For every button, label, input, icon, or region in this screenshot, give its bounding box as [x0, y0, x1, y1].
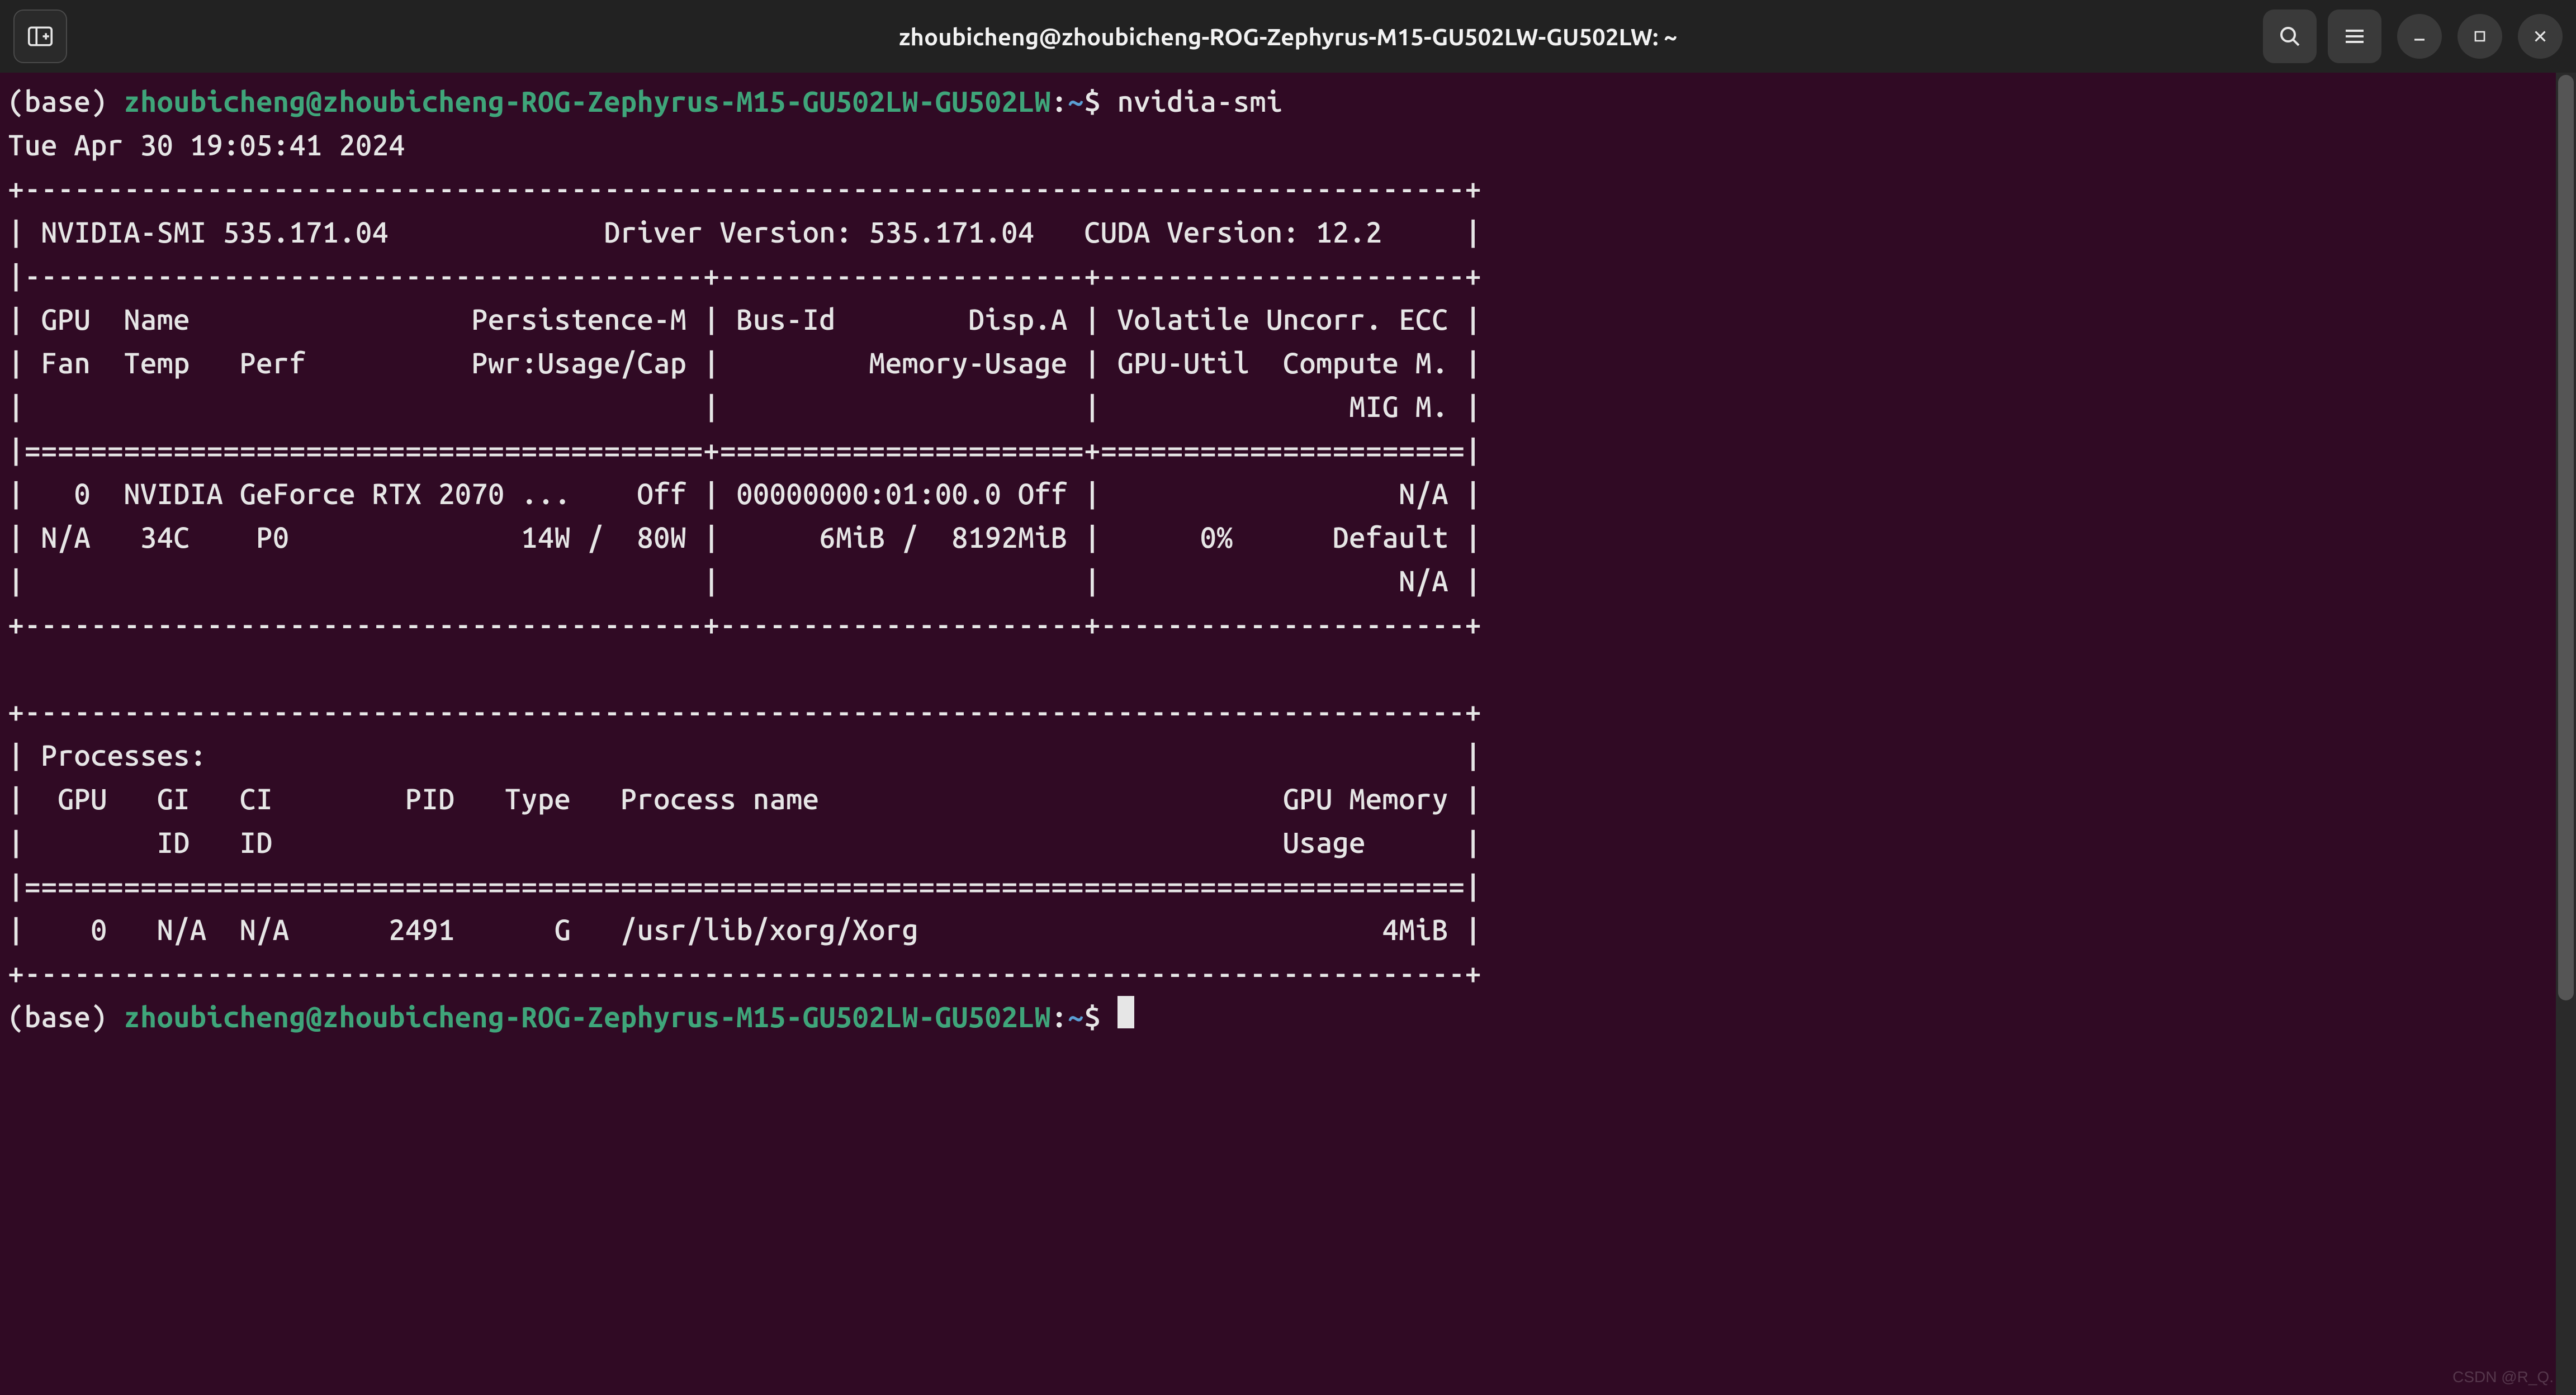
- scrollbar[interactable]: [2556, 73, 2576, 1395]
- output-line: | ID ID Usage |: [8, 826, 1481, 858]
- terminal-window: zhoubicheng@zhoubicheng-ROG-Zephyrus-M15…: [0, 0, 2576, 1395]
- prompt-colon: :: [1051, 85, 1068, 117]
- output-line: | NVIDIA-SMI 535.171.04 Driver Version: …: [8, 216, 1481, 248]
- titlebar-right: [2263, 10, 2563, 63]
- menu-button[interactable]: [2328, 10, 2381, 63]
- maximize-button[interactable]: [2457, 14, 2502, 59]
- output-line: | Processes: |: [8, 739, 1481, 771]
- output-line: | GPU GI CI PID Type Process name GPU Me…: [8, 782, 1481, 815]
- output-line: +---------------------------------------…: [8, 957, 1481, 989]
- prompt-colon: :: [1051, 1000, 1068, 1033]
- output-line: | | | N/A |: [8, 564, 1481, 597]
- prompt-path: ~: [1068, 1000, 1085, 1033]
- command-text: nvidia-smi: [1117, 85, 1283, 117]
- titlebar: zhoubicheng@zhoubicheng-ROG-Zephyrus-M15…: [0, 0, 2576, 73]
- prompt-path: ~: [1068, 85, 1085, 117]
- output-line: |=======================================…: [8, 870, 1481, 902]
- output-line: | 0 NVIDIA GeForce RTX 2070 ... Off | 00…: [8, 477, 1481, 510]
- output-line: | | | MIG M. |: [8, 390, 1481, 423]
- output-line: [8, 652, 1481, 684]
- prompt-dollar: $: [1084, 85, 1117, 117]
- output-line: |---------------------------------------…: [8, 259, 1481, 292]
- terminal-area: (base) zhoubicheng@zhoubicheng-ROG-Zephy…: [0, 73, 2576, 1395]
- watermark-text: CSDN @R_Q.: [2452, 1368, 2554, 1386]
- prompt-env-prefix: (base): [8, 1000, 124, 1033]
- output-line: | Fan Temp Perf Pwr:Usage/Cap | Memory-U…: [8, 347, 1481, 379]
- prompt-dollar: $: [1084, 1000, 1117, 1033]
- new-tab-button[interactable]: [13, 10, 67, 63]
- output-line: +---------------------------------------…: [8, 172, 1481, 205]
- scrollbar-thumb[interactable]: [2558, 75, 2574, 1000]
- terminal-content[interactable]: (base) zhoubicheng@zhoubicheng-ROG-Zephy…: [0, 73, 2556, 1395]
- search-button[interactable]: [2263, 10, 2317, 63]
- window-title: zhoubicheng@zhoubicheng-ROG-Zephyrus-M15…: [899, 23, 1677, 50]
- prompt-user-host: zhoubicheng@zhoubicheng-ROG-Zephyrus-M15…: [124, 1000, 1051, 1033]
- output-line: | GPU Name Persistence-M | Bus-Id Disp.A…: [8, 303, 1481, 335]
- output-line: +---------------------------------------…: [8, 695, 1481, 728]
- output-line: |=======================================…: [8, 434, 1481, 466]
- output-line: | N/A 34C P0 14W / 80W | 6MiB / 8192MiB …: [8, 521, 1481, 553]
- output-line: | 0 N/A N/A 2491 G /usr/lib/xorg/Xorg 4M…: [8, 913, 1481, 946]
- minimize-button[interactable]: [2397, 14, 2442, 59]
- prompt-user-host: zhoubicheng@zhoubicheng-ROG-Zephyrus-M15…: [124, 85, 1051, 117]
- output-timestamp: Tue Apr 30 19:05:41 2024: [8, 129, 405, 161]
- titlebar-left: [13, 10, 67, 63]
- cursor-icon: [1117, 996, 1134, 1028]
- output-line: +---------------------------------------…: [8, 608, 1481, 640]
- prompt-env-prefix: (base): [8, 85, 124, 117]
- close-button[interactable]: [2518, 14, 2563, 59]
